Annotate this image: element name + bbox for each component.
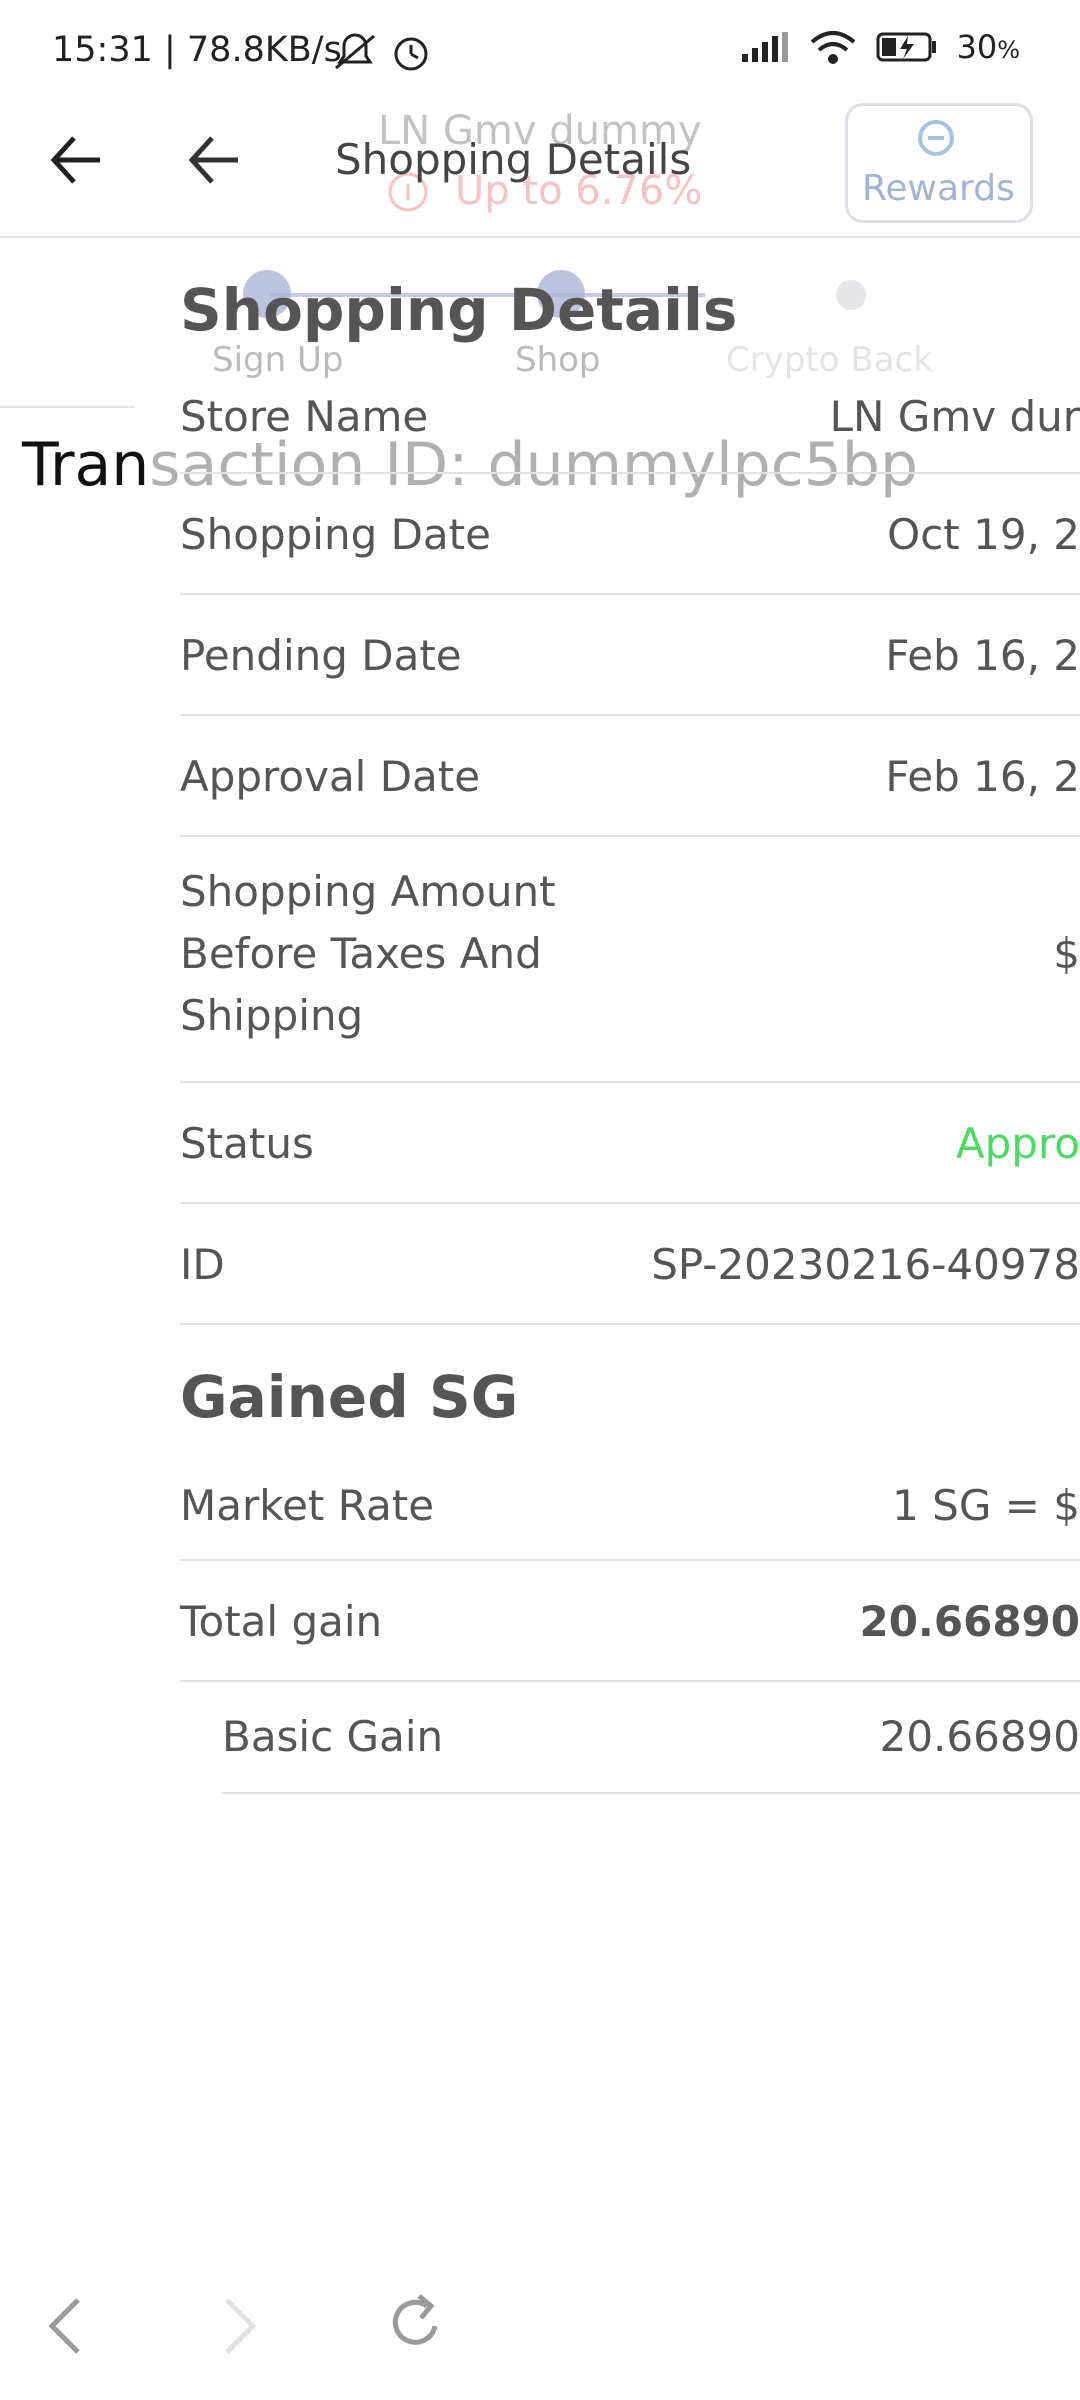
row-id: ID SP-20230216-40978 [180,1204,1080,1325]
header-divider [0,236,1080,238]
step-crypto-back-dot [836,280,866,310]
section-divider [0,406,135,408]
panel-header-title: Shopping Details [335,135,692,184]
row-store-name: Store Name LN Gmv dur [180,378,1080,474]
status-bar: 15:31 | 78.8KB/s 30% [0,0,1080,100]
nav-forward-icon[interactable] [215,2294,265,2358]
row-label: Basic Gain [222,1712,444,1761]
row-label: Approval Date [180,752,481,801]
row-value: SP-20230216-40978 [651,1240,1080,1289]
row-label: Store Name [180,392,429,441]
row-value: 20.66890 [859,1597,1080,1646]
status-value: Appro [955,1119,1080,1168]
row-label: Shopping Amount Before Taxes And Shippin… [180,867,556,1040]
row-value: Feb 16, 2 [885,631,1080,680]
row-shopping-amount: Shopping Amount Before Taxes And Shippin… [180,837,1080,1083]
row-pending-date: Pending Date Feb 16, 2 [180,595,1080,716]
row-basic-gain: Basic Gain 20.66890 [222,1682,1080,1794]
shopping-details-title: Shopping Details [180,276,738,344]
row-value: Oct 19, 2 [887,510,1080,559]
wifi-icon [811,31,856,64]
rewards-label: Rewards [862,168,1015,209]
row-approval-date: Approval Date Feb 16, 2 [180,716,1080,837]
row-status: Status Appro [180,1083,1080,1204]
row-label: Total gain [180,1597,383,1646]
row-label: Market Rate [180,1481,435,1530]
signal-icon [742,32,789,62]
row-label: ID [180,1240,225,1289]
row-value: $ [1053,929,1080,978]
status-indicators: 30% [740,28,1020,66]
step-label-signup: Sign Up [212,340,344,380]
step-label-shop: Shop [515,340,601,380]
nav-back-icon[interactable] [40,2294,90,2358]
step-label-crypto-back: Crypto Back [726,340,933,380]
mute-bell-icon [335,33,375,70]
status-time-speed: 15:31 | 78.8KB/s [52,30,342,70]
bottom-nav-bar [0,2270,1080,2370]
row-value: Feb 16, 2 [885,752,1080,801]
row-value: 1 SG = $ [892,1481,1080,1530]
row-label: Pending Date [180,631,462,680]
rewards-coin-icon [918,120,954,156]
row-total-gain: Total gain 20.66890 [180,1561,1080,1682]
row-market-rate: Market Rate 1 SG = $ [180,1467,1080,1561]
row-label: Shopping Date [180,510,491,559]
back-arrow-icon[interactable] [42,120,112,200]
row-shopping-date: Shopping Date Oct 19, 2 [180,474,1080,595]
row-value: 20.66890 [879,1712,1080,1761]
alarm-clock-icon [394,37,428,71]
panel-back-arrow-icon[interactable] [180,120,250,200]
battery-charging-icon [876,32,937,62]
gained-sg-title: Gained SG [180,1363,519,1431]
row-value: LN Gmv dur [829,392,1080,441]
row-label: Status [180,1119,314,1168]
battery-percent: 30% [956,28,1020,66]
nav-refresh-icon[interactable] [385,2288,449,2358]
